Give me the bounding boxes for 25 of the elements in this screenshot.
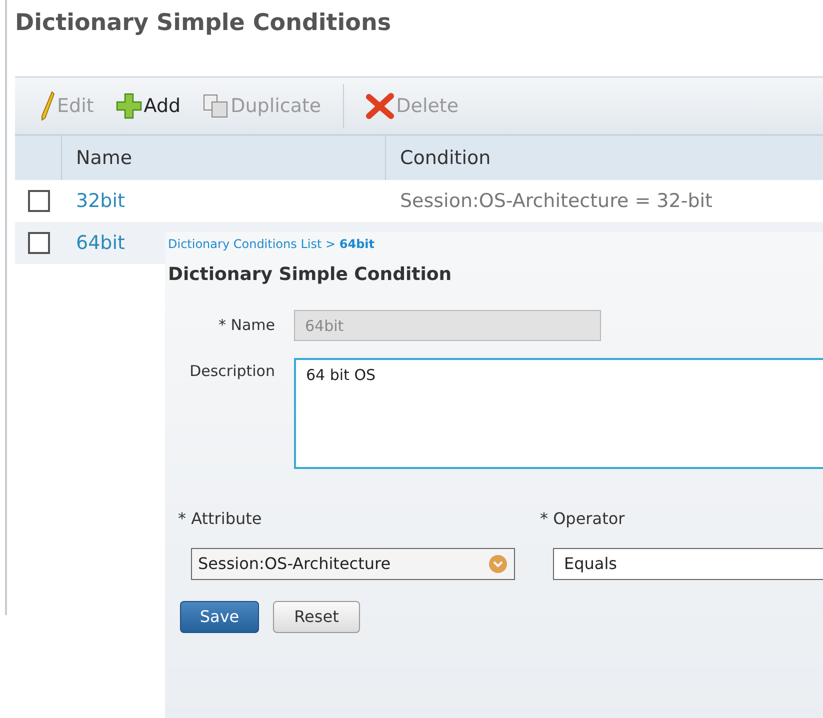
plus-icon <box>116 93 142 119</box>
chevron-down-icon <box>488 554 508 574</box>
field-label: * Name <box>217 315 275 336</box>
checkbox[interactable] <box>28 190 50 212</box>
name-link[interactable]: 64bit <box>76 232 125 254</box>
column-header[interactable]: Condition <box>386 136 491 180</box>
field-label: * Operator <box>540 508 625 530</box>
name-link[interactable]: 32bit <box>76 190 125 212</box>
attribute-dropdown[interactable]: Session:OS-Architecture <box>191 548 515 580</box>
breadcrumb-current: 64bit <box>339 237 375 251</box>
table-cell-text: Session:OS-Architecture = 32-bit <box>399 188 712 214</box>
field-label: Description <box>188 361 275 382</box>
pencil-icon <box>41 91 55 121</box>
x-icon <box>366 93 394 119</box>
breadcrumb-link[interactable]: Dictionary Conditions List > <box>168 237 336 251</box>
toolbar-button[interactable]: Add <box>116 92 181 120</box>
field-label: * Attribute <box>178 508 263 530</box>
checkbox[interactable] <box>28 232 50 254</box>
description-field[interactable]: 64 bit OS <box>294 358 823 469</box>
form-title: Dictionary Simple Condition <box>168 263 453 287</box>
page-title: Dictionary Simple Conditions <box>15 9 392 38</box>
reset-button[interactable]: Reset <box>273 601 360 633</box>
copy-icon <box>202 94 229 118</box>
save-button[interactable]: Save <box>180 601 259 633</box>
operator-field[interactable]: Equals <box>553 548 823 580</box>
